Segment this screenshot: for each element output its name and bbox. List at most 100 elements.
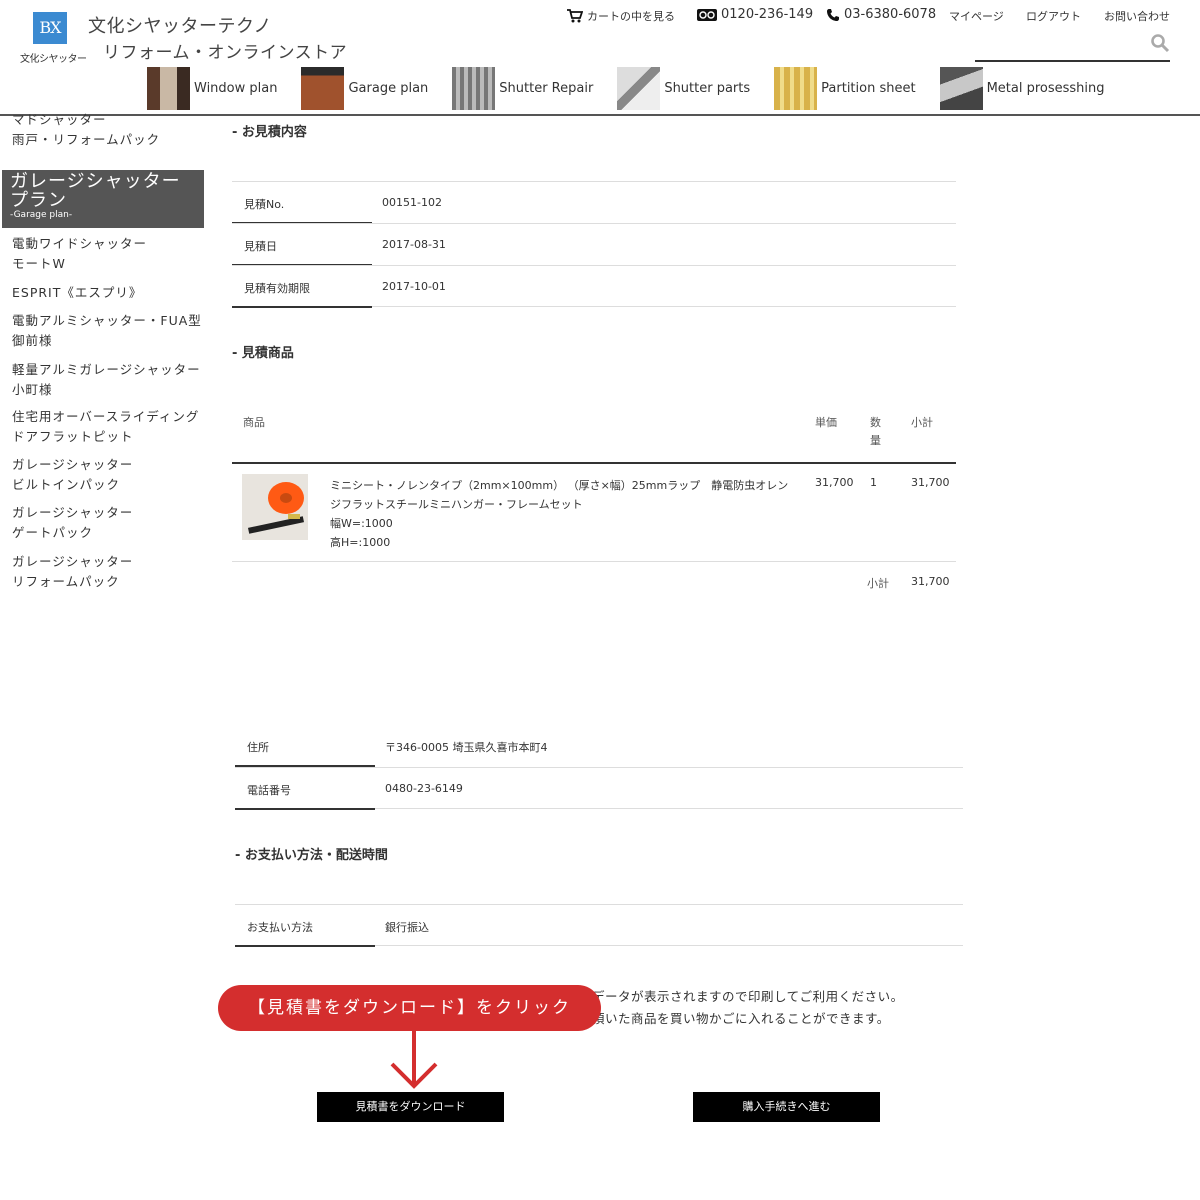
quote-row-date: 見積日 2017-08-31: [232, 223, 956, 266]
sidebar-item-reform-pack[interactable]: ガレージシャッター リフォームパック: [12, 552, 133, 592]
sidebar-item-overslider[interactable]: 住宅用オーバースライディング ドアフラットピット: [12, 407, 199, 447]
sidebar-active-title: ガレージシャッター プラン: [10, 172, 196, 210]
shutter-repair-photo: [452, 67, 496, 110]
contact-link[interactable]: お問い合わせ: [1104, 8, 1170, 24]
download-quote-button[interactable]: 見積書をダウンロード: [317, 1092, 504, 1122]
sidebar-item-esprit[interactable]: ESPRIT《エスプリ》: [12, 283, 142, 303]
partition-sheet-photo: [774, 67, 818, 110]
nav-label: Garage plan: [348, 81, 429, 96]
instruction-callout: 【見積書をダウンロード】をクリック: [218, 985, 601, 1031]
sidebar-item-komachi[interactable]: 軽量アルミガレージシャッター 小町様: [12, 360, 201, 400]
sidebar-item-label: リフォームパック: [12, 574, 120, 589]
quote-row-expiry: 見積有効期限 2017-10-01: [232, 265, 956, 308]
products-row-divider: [232, 561, 956, 562]
sidebar-item-amado[interactable]: 雨戸・リフォームパック: [12, 130, 160, 150]
sidebar-item-builtin-pack[interactable]: ガレージシャッター ビルトインパック: [12, 455, 133, 495]
cart-icon: [567, 9, 583, 23]
sidebar-item-label: ビルトインパック: [12, 477, 121, 492]
freedial-number[interactable]: 0120-236-149: [697, 7, 813, 22]
cart-link[interactable]: カートの中を見る: [567, 8, 675, 24]
total-label: 小計: [867, 577, 889, 590]
sidebar-item-label: ドアフラットピット: [12, 429, 134, 444]
logout-link[interactable]: ログアウト: [1026, 8, 1081, 24]
nav-garage-plan[interactable]: Garage plan: [301, 67, 428, 110]
garage-plan-photo: [301, 67, 345, 110]
address-value: 〒346-0005 埼玉県久喜市本町4: [385, 741, 548, 754]
sidebar-item-label: ガレージシャッター: [12, 554, 134, 569]
products-section-title: - 見積商品: [232, 346, 294, 361]
sidebar-item-label: ガレージシャッター: [12, 505, 134, 520]
phone-number[interactable]: 03-6380-6078: [826, 7, 936, 22]
sidebar-item-fua[interactable]: 電動アルミシャッター・FUA型 御前様: [12, 311, 202, 351]
header-subtotal: 小計: [911, 416, 933, 429]
product-subtotal: 31,700: [911, 476, 950, 489]
product-quantity: 1: [870, 476, 877, 489]
sidebar-item-window-shutter[interactable]: マドシャッター: [12, 110, 107, 126]
nav-shutter-parts[interactable]: Shutter parts: [617, 67, 750, 110]
arrow-down-icon: [390, 1030, 438, 1089]
search-input[interactable]: [975, 60, 1170, 62]
shutter-parts-photo: [617, 67, 661, 110]
brand-tagline[interactable]: リフォーム・オンラインストア: [103, 38, 347, 63]
window-plan-photo: [147, 67, 190, 110]
nav-shutter-repair[interactable]: Shutter Repair: [452, 67, 593, 110]
metal-processing-photo: [939, 67, 983, 110]
quote-row-number: 見積No. 00151-102: [232, 181, 956, 224]
product-description: ミニシート・ノレンタイプ（2mm×100mm） （厚さ×幅）25mmラップ 静電…: [330, 476, 788, 552]
active-title-line1: ガレージシャッター: [10, 171, 181, 192]
quote-number-label: 見積No.: [232, 182, 372, 224]
product-height: 高H=:1000: [330, 536, 391, 549]
sidebar-item-label: 小町様: [12, 382, 53, 397]
sidebar-item-gate-pack[interactable]: ガレージシャッター ゲートパック: [12, 503, 133, 543]
proceed-purchase-button[interactable]: 購入手続きへ進む: [693, 1092, 880, 1122]
product-name-line2[interactable]: ジフラットスチールミニハンガー・フレームセット: [330, 498, 583, 511]
logo-subtitle: 文化シヤッター: [20, 54, 87, 65]
nav-metal-processing[interactable]: Metal prosesshing: [939, 67, 1105, 110]
nav-window-plan[interactable]: Window plan: [147, 67, 277, 110]
product-name-line1[interactable]: ミニシート・ノレンタイプ（2mm×100mm） （厚さ×幅）25mmラップ 静電…: [330, 479, 788, 492]
cart-link-label: カートの中を見る: [587, 10, 675, 23]
payment-row-method: お支払い方法 銀行振込: [235, 904, 963, 947]
sidebar-item-motow[interactable]: 電動ワイドシャッター モートW: [12, 234, 147, 274]
product-unit-price: 31,700: [815, 476, 854, 489]
phone-field-label: 電話番号: [235, 768, 375, 810]
nav-partition-sheet[interactable]: Partition sheet: [774, 67, 916, 110]
product-width: 幅W=:1000: [330, 517, 393, 530]
header-quantity-line1: 数: [870, 416, 881, 429]
nav-label: Partition sheet: [821, 81, 916, 96]
sidebar-item-label: 軽量アルミガレージシャッター: [12, 362, 201, 377]
print-note: データが表示されますので印刷してご利用ください。: [592, 989, 904, 1004]
cart-note: 頂いた商品を買い物かごに入れることができます。: [592, 1011, 890, 1026]
address-label: 住所: [235, 725, 375, 767]
product-thumbnail[interactable]: [242, 474, 308, 540]
sidebar-item-label: 電動アルミシャッター・FUA型: [12, 313, 202, 328]
total-value: 31,700: [911, 575, 950, 588]
main-nav: Window plan Garage plan Shutter Repair S…: [147, 67, 1129, 110]
nav-label: Metal prosesshing: [986, 81, 1105, 96]
phone-field-value: 0480-23-6149: [385, 782, 463, 795]
search-icon[interactable]: [1150, 33, 1170, 53]
payment-method-label: お支払い方法: [235, 905, 375, 947]
header-quantity-line2: 量: [870, 434, 881, 447]
quote-number-value: 00151-102: [382, 196, 442, 209]
active-title-line2: プラン: [10, 190, 67, 211]
site-header: BX 文化シヤッター 文化シヤッターテクノ リフォーム・オンラインストア カート…: [0, 0, 1200, 116]
sidebar-item-label: ゲートパック: [12, 525, 94, 540]
delivery-row-address: 住所 〒346-0005 埼玉県久喜市本町4: [235, 725, 963, 767]
brand-name[interactable]: 文化シヤッターテクノ: [88, 12, 272, 38]
mypage-link[interactable]: マイページ: [949, 8, 1004, 24]
header-unit-price: 単価: [815, 416, 837, 429]
quote-section-title: - お見積内容: [232, 125, 307, 140]
sidebar-active-subtitle: -Garage plan-: [10, 210, 73, 220]
nav-label: Window plan: [194, 81, 278, 96]
logo-mark[interactable]: BX: [33, 12, 67, 44]
phone-icon: [827, 8, 839, 21]
sidebar-item-label: ESPRIT《エスプリ》: [12, 285, 143, 300]
sidebar-item-garage-plan-active[interactable]: ガレージシャッター プラン -Garage plan-: [2, 170, 204, 228]
quote-expiry-value: 2017-10-01: [382, 280, 446, 293]
product-image: [247, 482, 305, 534]
nav-label: Shutter parts: [664, 81, 751, 96]
sidebar-item-label: 電動ワイドシャッター: [12, 236, 148, 251]
sidebar-item-label: 御前様: [12, 333, 53, 348]
header-quantity: 数 量: [870, 414, 881, 450]
